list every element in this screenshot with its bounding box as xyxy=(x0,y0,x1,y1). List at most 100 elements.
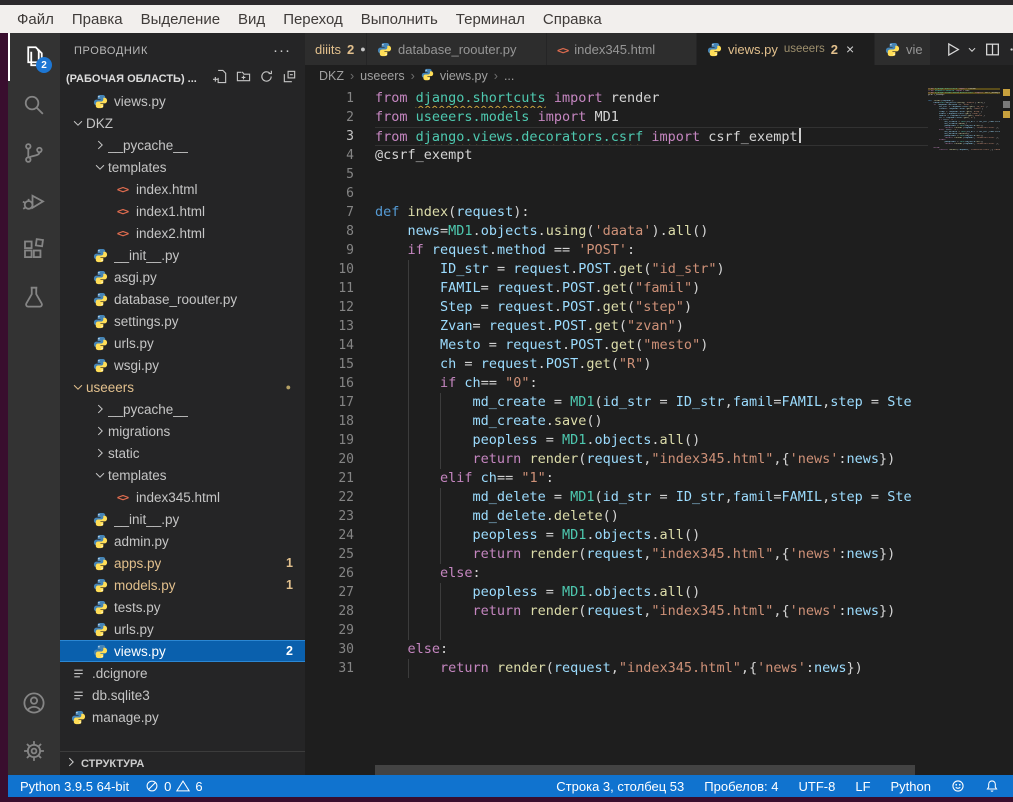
code-line-20[interactable]: 20 return render(request,"index345.html"… xyxy=(305,450,928,469)
code-line-3[interactable]: 3from django.views.decorators.csrf impor… xyxy=(305,127,928,146)
tree-folder-DKZ[interactable]: DKZ xyxy=(60,112,305,134)
tree-file-admin-py[interactable]: admin.py xyxy=(60,530,305,552)
activity-explorer-button[interactable]: 2 xyxy=(8,33,60,81)
code-line-17[interactable]: 17 md_create = MD1(id_str = ID_str,famil… xyxy=(305,393,928,412)
status-eol[interactable]: LF xyxy=(847,779,878,794)
tree-folder--pycache-[interactable]: __pycache__ xyxy=(60,398,305,420)
run-button[interactable] xyxy=(941,41,963,58)
tab-index345.html[interactable]: <>index345.html xyxy=(547,33,697,65)
status-python-version[interactable]: Python 3.9.5 64-bit xyxy=(12,779,137,794)
code-line-28[interactable]: 28 return render(request,"index345.html"… xyxy=(305,602,928,621)
code-line-25[interactable]: 25 return render(request,"index345.html"… xyxy=(305,545,928,564)
tree-file--init-py[interactable]: __init__.py xyxy=(60,508,305,530)
split-button[interactable] xyxy=(981,41,1003,58)
breadcrumb-item[interactable]: DKZ xyxy=(319,69,344,83)
horizontal-scrollbar[interactable] xyxy=(375,765,915,775)
code-line-2[interactable]: 2from useeers.models import MD1 xyxy=(305,108,928,127)
refresh-icon[interactable] xyxy=(259,69,274,89)
activity-settings-button[interactable] xyxy=(8,727,60,775)
code-line-8[interactable]: 8 news=MD1.objects.using('daata').all() xyxy=(305,222,928,241)
close-tab-icon[interactable]: × xyxy=(846,41,854,57)
tree-file-views-py[interactable]: views.py xyxy=(60,90,305,112)
menu-item-справка[interactable]: Справка xyxy=(534,11,611,28)
ellipsis-button[interactable] xyxy=(1005,41,1013,58)
tree-file-index2-html[interactable]: <>index2.html xyxy=(60,222,305,244)
collapse-icon[interactable] xyxy=(282,69,297,89)
activity-testing-button[interactable] xyxy=(8,273,60,321)
menu-item-выделение[interactable]: Выделение xyxy=(132,11,229,28)
code-line-18[interactable]: 18 md_create.save() xyxy=(305,412,928,431)
breadcrumb[interactable]: DKZ›useeers›views.py›... xyxy=(305,65,1013,87)
tree-folder-templates[interactable]: templates xyxy=(60,464,305,486)
code-line-29[interactable]: 29 xyxy=(305,621,928,640)
code-line-21[interactable]: 21 elif ch== "1": xyxy=(305,469,928,488)
code-line-10[interactable]: 10 ID_str = request.POST.get("id_str") xyxy=(305,260,928,279)
status-feedback-icon[interactable] xyxy=(943,779,973,793)
status-encoding[interactable]: UTF-8 xyxy=(791,779,844,794)
tree-file-wsgi-py[interactable]: wsgi.py xyxy=(60,354,305,376)
code-line-24[interactable]: 24 peopless = MD1.objects.all() xyxy=(305,526,928,545)
tree-folder-migrations[interactable]: migrations xyxy=(60,420,305,442)
tree-file-settings-py[interactable]: settings.py xyxy=(60,310,305,332)
tree-file-manage-py[interactable]: manage.py xyxy=(60,706,305,728)
new-file-icon[interactable] xyxy=(213,69,228,89)
tab-diiits[interactable]: diiits2● xyxy=(305,33,367,65)
tab-database_roouter.py[interactable]: database_roouter.py xyxy=(367,33,547,65)
tree-file-index-html[interactable]: <>index.html xyxy=(60,178,305,200)
vertical-scrollbar[interactable] xyxy=(1000,87,1013,775)
code-line-16[interactable]: 16 if ch== "0": xyxy=(305,374,928,393)
menu-item-вид[interactable]: Вид xyxy=(229,11,274,28)
tree-file-urls-py[interactable]: urls.py xyxy=(60,332,305,354)
code-line-1[interactable]: 1from django.shortcuts import render xyxy=(305,89,928,108)
breadcrumb-item[interactable]: views.py xyxy=(440,69,488,83)
status-notifications-bell-icon[interactable] xyxy=(977,779,1007,793)
tree-file-db-sqlite3[interactable]: db.sqlite3 xyxy=(60,684,305,706)
code-line-26[interactable]: 26 else: xyxy=(305,564,928,583)
tree-folder-static[interactable]: static xyxy=(60,442,305,464)
activity-extensions-button[interactable] xyxy=(8,225,60,273)
menu-item-переход[interactable]: Переход xyxy=(274,11,352,28)
chevron-down-sm-button[interactable] xyxy=(965,41,979,58)
tree-file-apps-py[interactable]: apps.py1 xyxy=(60,552,305,574)
breadcrumb-item[interactable]: ... xyxy=(504,69,514,83)
activity-source-control-button[interactable] xyxy=(8,129,60,177)
code-line-12[interactable]: 12 Step = request.POST.get("step") xyxy=(305,298,928,317)
tree-file-database-roouter-py[interactable]: database_roouter.py xyxy=(60,288,305,310)
activity-search-button[interactable] xyxy=(8,81,60,129)
tree-file-index345-html[interactable]: <>index345.html xyxy=(60,486,305,508)
code-line-9[interactable]: 9 if request.method == 'POST': xyxy=(305,241,928,260)
status-language[interactable]: Python xyxy=(883,779,939,794)
activity-run-debug-button[interactable] xyxy=(8,177,60,225)
menu-item-файл[interactable]: Файл xyxy=(8,11,63,28)
code-line-15[interactable]: 15 ch = request.POST.get("R") xyxy=(305,355,928,374)
tab-vie[interactable]: vie xyxy=(875,33,931,65)
menu-item-выполнить[interactable]: Выполнить xyxy=(352,11,447,28)
tab-views.py[interactable]: views.pyuseeers2× xyxy=(697,33,875,65)
status-problems[interactable]: 06 xyxy=(137,779,210,794)
workspace-section-header[interactable]: (РАБОЧАЯ ОБЛАСТЬ) ... xyxy=(60,68,305,90)
code-line-23[interactable]: 23 md_delete.delete() xyxy=(305,507,928,526)
activity-account-button[interactable] xyxy=(8,679,60,727)
menu-item-правка[interactable]: Правка xyxy=(63,11,132,28)
new-folder-icon[interactable] xyxy=(236,69,251,89)
breadcrumb-item[interactable]: useeers xyxy=(360,69,404,83)
code-line-4[interactable]: 4@csrf_exempt xyxy=(305,146,928,165)
tree-file-urls-py[interactable]: urls.py xyxy=(60,618,305,640)
code-line-31[interactable]: 31 return render(request,"index345.html"… xyxy=(305,659,928,678)
code-line-27[interactable]: 27 peopless = MD1.objects.all() xyxy=(305,583,928,602)
tree-file-tests-py[interactable]: tests.py xyxy=(60,596,305,618)
code-line-13[interactable]: 13 Zvan= request.POST.get("zvan") xyxy=(305,317,928,336)
code-line-11[interactable]: 11 FAMIL= request.POST.get("famil") xyxy=(305,279,928,298)
tree-file-asgi-py[interactable]: asgi.py xyxy=(60,266,305,288)
code-line-22[interactable]: 22 md_delete = MD1(id_str = ID_str,famil… xyxy=(305,488,928,507)
status-indentation[interactable]: Пробелов: 4 xyxy=(696,779,786,794)
code-line-19[interactable]: 19 peopless = MD1.objects.all() xyxy=(305,431,928,450)
menu-item-терминал[interactable]: Терминал xyxy=(447,11,534,28)
tree-file-index1-html[interactable]: <>index1.html xyxy=(60,200,305,222)
code-line-30[interactable]: 30 else: xyxy=(305,640,928,659)
code-editor[interactable]: 1from django.shortcuts import render2fro… xyxy=(305,87,928,765)
minimap[interactable]: from django.shortcuts import renderfrom … xyxy=(928,88,1000,151)
tree-file--init-py[interactable]: __init__.py xyxy=(60,244,305,266)
sidebar-more-icon[interactable]: ··· xyxy=(273,42,291,59)
tree-file--dcignore[interactable]: .dcignore xyxy=(60,662,305,684)
